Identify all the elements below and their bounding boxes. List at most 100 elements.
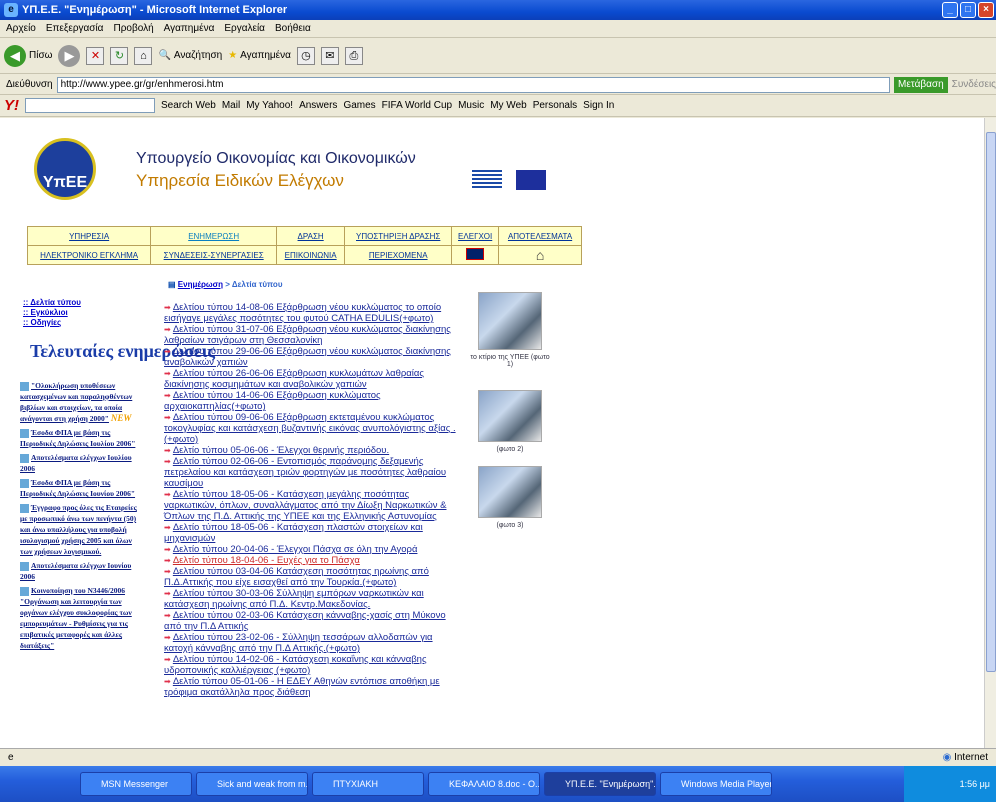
address-input[interactable]: http://www.ypee.gr/gr/enhmerosi.htm	[56, 76, 890, 93]
yahoo-music[interactable]: Music	[458, 100, 484, 111]
nav-ypiresia[interactable]: ΥΠΗΡΕΣΙΑ	[69, 232, 109, 241]
mail-button[interactable]: ✉	[320, 46, 339, 65]
task-msn[interactable]: MSN Messenger	[80, 772, 192, 796]
link-egkyklioi[interactable]: :: Εγκύκλιοι	[23, 308, 68, 317]
address-bar: Διεύθυνση http://www.ypee.gr/gr/enhmeros…	[0, 75, 996, 95]
yahoo-personals[interactable]: Personals	[533, 100, 577, 111]
new-badge: NEW	[110, 413, 132, 423]
yahoo-mail[interactable]: Mail	[222, 100, 240, 111]
status-ie-icon: e	[8, 752, 14, 763]
history-button[interactable]: ◷	[296, 46, 315, 65]
greek-flag-icon	[472, 170, 502, 190]
list-item: ➡ Δελτίου τύπου 26-06-06 Εξάρθρωση κυκλω…	[164, 368, 424, 390]
page-content: ΥπΕΕ Υπουργείο Οικονομίας και Οικονομικώ…	[0, 118, 984, 748]
menu-edit[interactable]: Επεξεργασία	[46, 23, 104, 34]
arrow-icon: ➡	[164, 457, 171, 466]
arrow-icon: ➡	[164, 303, 171, 312]
arrow-icon: ➡	[164, 325, 171, 334]
yahoo-search-button[interactable]: Search Web	[161, 100, 216, 111]
arrow-icon	[20, 453, 29, 463]
nav-enimerosi[interactable]: ΕΝΗΜΕΡΩΣΗ	[188, 232, 239, 241]
yahoo-my-yahoo[interactable]: My Yahoo!	[246, 100, 293, 111]
task-ptyxiaki[interactable]: ΠΤΥΧΙΑΚΗ	[312, 772, 424, 796]
nav-ilektroniko[interactable]: ΗΛΕΚΤΡΟΝΙΚΟ ΕΓΚΛΗΜΑ	[40, 251, 138, 260]
minimize-button[interactable]: _	[942, 2, 958, 18]
arrow-icon: ➡	[164, 369, 171, 378]
favorites-button[interactable]: ★ Αγαπημένα	[228, 50, 291, 61]
task-kefalaio[interactable]: ΚΕΦΑΛΑΙΟ 8.doc - O...	[428, 772, 540, 796]
maximize-button[interactable]: □	[960, 2, 976, 18]
forward-button[interactable]: ▶	[58, 44, 81, 67]
yahoo-games[interactable]: Games	[343, 100, 375, 111]
list-item: ➡ Δελτίου τύπου 09-06-06 Εξάρθρωση εκτετ…	[164, 412, 456, 445]
building-photo-3[interactable]	[478, 466, 542, 518]
list-item: ➡ Δελτίου τύπου 23-02-06 - Σύλληψη τεσσά…	[164, 632, 433, 654]
home-icon[interactable]: ⌂	[536, 247, 544, 263]
arrow-icon: ➡	[164, 347, 171, 356]
yahoo-answers[interactable]: Answers	[299, 100, 337, 111]
globe-icon: ◉	[942, 752, 952, 763]
task-sick[interactable]: Sick and weak from m...	[196, 772, 308, 796]
nav-syndeseis[interactable]: ΣΥΝΔΕΣΕΙΣ-ΣΥΝΕΡΓΑΣΙΕΣ	[164, 251, 264, 260]
yahoo-fifa[interactable]: FIFA World Cup	[382, 100, 452, 111]
menu-file[interactable]: Αρχείο	[6, 23, 36, 34]
list-item: ➡ Δελτίο τύπου 18-05-06 - Κατάσχεση πλασ…	[164, 522, 423, 544]
arrow-icon	[20, 428, 29, 438]
menu-view[interactable]: Προβολή	[113, 23, 153, 34]
search-button[interactable]: 🔍 Αναζήτηση	[158, 50, 222, 61]
vertical-scrollbar[interactable]	[984, 118, 996, 748]
nav-epikoinonia[interactable]: ΕΠΙΚΟΙΝΩΝΙΑ	[285, 251, 337, 260]
window-title: ΥΠ.Ε.Ε. "Ενημέρωση" - Microsoft Internet…	[22, 4, 288, 16]
clock: 1:56 μμ	[959, 779, 990, 789]
yahoo-logo[interactable]: Y!	[4, 97, 19, 114]
menu-help[interactable]: Βοήθεια	[275, 23, 311, 34]
arrow-icon	[20, 381, 29, 391]
back-arrow-icon: ◀	[4, 44, 26, 67]
nav-periexomena[interactable]: ΠΕΡΙΕΧΟΜΕΝΑ	[369, 251, 428, 260]
yahoo-search-input[interactable]	[25, 98, 155, 113]
task-ie[interactable]: ΥΠ.Ε.Ε. "Ενημέρωση"...	[544, 772, 656, 796]
scrollbar-thumb[interactable]	[986, 132, 996, 672]
arrow-icon: ➡	[164, 633, 171, 642]
link-odigies[interactable]: :: Οδηγίες	[23, 318, 61, 327]
photo-caption-2: (φωτο 2)	[496, 446, 524, 453]
nav-elegxoi[interactable]: ΕΛΕΓΧΟΙ	[458, 232, 492, 241]
eu-flag-icon	[516, 170, 546, 190]
refresh-button[interactable]: ↻	[110, 46, 129, 65]
task-wmp[interactable]: Windows Media Player	[660, 772, 772, 796]
go-button[interactable]: Μετάβαση	[893, 76, 948, 93]
building-photo-1[interactable]	[478, 292, 542, 350]
nav-ypostirixi[interactable]: ΥΠΟΣΤΗΡΙΞΗ ΔΡΑΣΗΣ	[356, 232, 440, 241]
list-item: ➡ Δελτίου τύπου 02-03-06 Κατάσχεση κάννα…	[164, 610, 446, 632]
print-button[interactable]: ⎙	[344, 46, 363, 65]
arrow-icon	[20, 586, 29, 596]
breadcrumb-link[interactable]: Ενημέρωση	[178, 280, 223, 289]
nav-apotelesmata[interactable]: ΑΠΟΤΕΛΕΣΜΑΤΑ	[508, 232, 572, 241]
list-item: "Ολοκλήρωση υποθέσεων κατασχεμένων και π…	[20, 381, 133, 423]
back-button[interactable]: ◀ Πίσω	[4, 44, 52, 67]
home-button[interactable]: ⌂	[134, 46, 153, 65]
arrow-icon: ➡	[164, 545, 171, 554]
yahoo-my-web[interactable]: My Web	[490, 100, 527, 111]
menu-tools[interactable]: Εργαλεία	[224, 23, 265, 34]
latest-updates-list: "Ολοκλήρωση υποθέσεων κατασχεμένων και π…	[20, 380, 144, 654]
arrow-icon: ➡	[164, 556, 171, 565]
arrow-icon	[20, 561, 29, 571]
nav-drasi[interactable]: ΔΡΑΣΗ	[298, 232, 324, 241]
english-flag-icon[interactable]	[466, 248, 485, 260]
yahoo-sign-in[interactable]: Sign In	[583, 100, 614, 111]
close-button[interactable]: ×	[978, 2, 994, 18]
site-header: ΥπΕΕ Υπουργείο Οικονομίας και Οικονομικώ…	[28, 138, 588, 218]
arrow-icon: ➡	[164, 413, 171, 422]
taskbar: MSN Messenger Sick and weak from m... ΠΤ…	[0, 766, 996, 802]
menu-favorites[interactable]: Αγαπημένα	[164, 23, 215, 34]
address-label: Διεύθυνση	[6, 79, 53, 90]
building-photo-2[interactable]	[478, 390, 542, 442]
list-item: Αποτελέσματα ελέγχων Ιουνίου 2006	[20, 561, 132, 581]
link-deltia[interactable]: :: Δελτία τύπου	[23, 298, 81, 307]
stop-button[interactable]: ✕	[86, 46, 105, 65]
list-item: Αποτελέσματα ελέγχων Ιουλίου 2006	[20, 453, 132, 473]
links-button[interactable]: Συνδέσεις	[952, 79, 996, 90]
list-item: ➡ Δελτίο τύπου 18-04-06 - Ευχές για το Π…	[164, 555, 360, 566]
list-item: Έσοδα ΦΠΑ με βάση τις Περιοδικές Δηλώσει…	[20, 428, 136, 448]
